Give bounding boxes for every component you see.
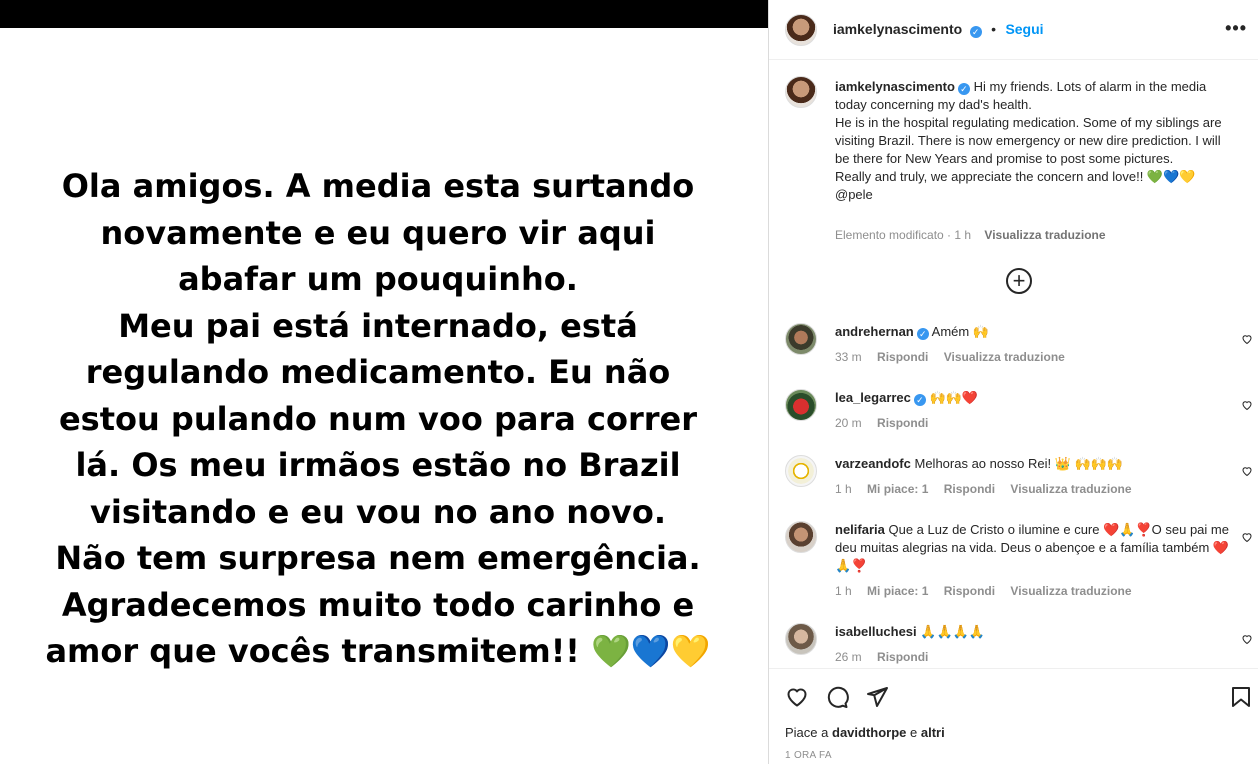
comment-text: 🙌🙌❤️ [929,390,979,405]
like-comment-heart-icon[interactable] [1241,399,1253,411]
like-comment-heart-icon[interactable] [1241,465,1253,477]
post-actions: Piace a davidthorpe e altri 1 ORA FA [769,668,1258,764]
author-avatar[interactable] [785,14,817,46]
comment-username[interactable]: lea_legarrec [835,390,911,405]
caption-username[interactable]: iamkelynascimento [835,79,955,94]
caption-meta: Elemento modificato · 1 h Visualizza tra… [835,228,1106,242]
save-bookmark-icon[interactable] [1229,685,1253,709]
comment-time: 20 m [835,416,862,430]
comment-time: 1 h [835,482,852,496]
comment-text: Que a Luz de Cristo o ilumine e cure ❤️🙏… [835,522,1230,573]
comment-time: 26 m [835,650,862,664]
comment-username[interactable]: andrehernan [835,324,914,339]
share-paper-plane-icon[interactable] [865,685,889,709]
reply-button[interactable]: Rispondi [944,584,995,598]
reply-button[interactable]: Rispondi [944,482,995,496]
translate-link[interactable]: Visualizza traduzione [944,350,1065,364]
comment-avatar[interactable] [785,389,817,421]
more-options-icon[interactable]: ••• [1225,18,1247,39]
comment-body: isabelluchesi 🙏🙏🙏🙏 [835,623,1231,641]
comment-time: 1 h [835,584,852,598]
likes-prefix: Piace a [785,725,829,740]
comment-username[interactable]: nelifaria [835,522,885,537]
like-comment-heart-icon[interactable] [1241,633,1253,645]
load-more-comments-icon[interactable]: + [1006,268,1032,294]
post-side-panel: iamkelynascimento ✓ • Segui ••• iamkelyn… [768,0,1258,764]
post-header: iamkelynascimento ✓ • Segui ••• [769,0,1258,60]
like-comment-heart-icon[interactable] [1241,531,1253,543]
caption-body: iamkelynascimento ✓ Hi my friends. Lots o… [835,78,1235,204]
comment-meta: 1 h Mi piace: 1 Rispondi Visualizza trad… [835,482,1144,496]
comment-likes[interactable]: Mi piace: 1 [867,482,928,496]
post-time: 1 ORA FA [785,750,832,761]
likes-others-link[interactable]: altri [921,725,945,740]
comment-avatar[interactable] [785,455,817,487]
verified-badge-icon: ✓ [969,26,982,38]
likes-user-link[interactable]: davidthorpe [832,725,906,740]
comment-likes[interactable]: Mi piace: 1 [867,584,928,598]
comment-meta: 33 m Rispondi Visualizza traduzione [835,350,1077,364]
comment-body: andrehernan ✓ Amém 🙌 [835,323,1231,341]
comment-meta: 1 h Mi piace: 1 Rispondi Visualizza trad… [835,584,1144,598]
comment-meta: 20 m Rispondi [835,416,940,430]
comment-avatar[interactable] [785,323,817,355]
comment-body: nelifaria Que a Luz de Cristo o ilumine … [835,521,1231,575]
comment-time: 33 m [835,350,862,364]
comment-meta: 26 m Rispondi [835,650,940,664]
like-comment-heart-icon[interactable] [1241,333,1253,345]
comment-body: lea_legarrec ✓ 🙌🙌❤️ [835,389,1231,407]
like-heart-icon[interactable] [785,685,809,709]
comment-body: varzeandofc Melhoras ao nosso Rei! 👑 🙌🙌🙌 [835,455,1231,473]
verified-badge-icon: ✓ [916,328,929,340]
comment-bubble-icon[interactable] [825,685,849,709]
comment-text: 🙏🙏🙏🙏 [920,624,986,639]
verified-badge-icon: ✓ [957,83,970,95]
reply-button[interactable]: Rispondi [877,650,928,664]
media-top-bar [0,0,768,28]
comment-text: Melhoras ao nosso Rei! 👑 🙌🙌🙌 [914,456,1124,471]
caption-text: Hi my friends. Lots of alarm in the medi… [835,79,1222,202]
comment-avatar[interactable] [785,521,817,553]
story-image: Ola amigos. A media esta surtando novame… [0,0,768,764]
likes-summary: Piace a davidthorpe e altri [785,725,945,740]
story-text: Ola amigos. A media esta surtando novame… [45,167,711,670]
comment-username[interactable]: varzeandofc [835,456,911,471]
author-username[interactable]: iamkelynascimento [833,21,962,37]
verified-badge-icon: ✓ [913,394,926,406]
translate-link[interactable]: Visualizza traduzione [1010,482,1131,496]
follow-button[interactable]: Segui [1005,21,1043,37]
caption-avatar[interactable] [785,76,817,108]
comment-text: Amém 🙌 [931,324,990,339]
comment-avatar[interactable] [785,623,817,655]
reply-button[interactable]: Rispondi [877,416,928,430]
caption-edited: Elemento modificato · 1 h [835,228,972,242]
likes-and: e [910,725,918,740]
reply-button[interactable]: Rispondi [877,350,928,364]
header-row: iamkelynascimento ✓ • Segui [833,21,1044,39]
comment-username[interactable]: isabelluchesi [835,624,917,639]
caption-translate-link[interactable]: Visualizza traduzione [984,228,1105,242]
separator-dot: • [991,21,996,37]
translate-link[interactable]: Visualizza traduzione [1010,584,1131,598]
